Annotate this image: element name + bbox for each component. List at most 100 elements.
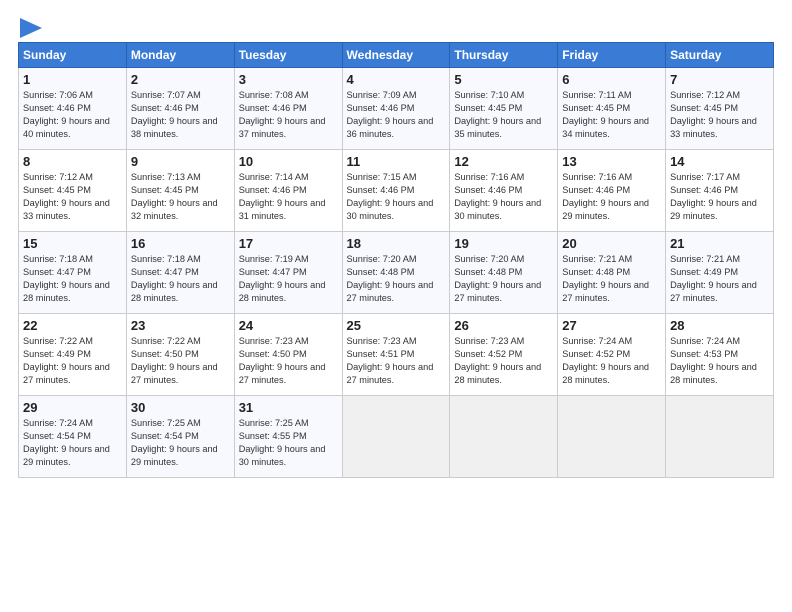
- cell-info: Sunrise: 7:18 AMSunset: 4:47 PMDaylight:…: [23, 254, 110, 303]
- cell-info: Sunrise: 7:20 AMSunset: 4:48 PMDaylight:…: [347, 254, 434, 303]
- day-number: 18: [347, 236, 446, 251]
- calendar-cell: 6 Sunrise: 7:11 AMSunset: 4:45 PMDaylight…: [558, 68, 666, 150]
- cell-info: Sunrise: 7:21 AMSunset: 4:48 PMDaylight:…: [562, 254, 649, 303]
- cell-info: Sunrise: 7:18 AMSunset: 4:47 PMDaylight:…: [131, 254, 218, 303]
- day-number: 10: [239, 154, 338, 169]
- cell-info: Sunrise: 7:22 AMSunset: 4:49 PMDaylight:…: [23, 336, 110, 385]
- cell-info: Sunrise: 7:24 AMSunset: 4:52 PMDaylight:…: [562, 336, 649, 385]
- day-header-sunday: Sunday: [19, 43, 127, 68]
- calendar-table: SundayMondayTuesdayWednesdayThursdayFrid…: [18, 42, 774, 478]
- calendar-cell: 31Sunrise: 7:25 AMSunset: 4:55 PMDayligh…: [234, 396, 342, 478]
- cell-info: Sunrise: 7:11 AMSunset: 4:45 PMDaylight:…: [562, 90, 649, 139]
- calendar-cell: 14 Sunrise: 7:17 AMSunset: 4:46 PMDayligh…: [666, 150, 774, 232]
- calendar-cell: 2 Sunrise: 7:07 AMSunset: 4:46 PMDaylight…: [126, 68, 234, 150]
- day-header-thursday: Thursday: [450, 43, 558, 68]
- calendar-cell: 23 Sunrise: 7:22 AMSunset: 4:50 PMDayligh…: [126, 314, 234, 396]
- day-number: 26: [454, 318, 553, 333]
- day-number: 3: [239, 72, 338, 87]
- calendar-cell: 1 Sunrise: 7:06 AMSunset: 4:46 PMDaylight…: [19, 68, 127, 150]
- day-number: 1: [23, 72, 122, 87]
- day-number: 7: [670, 72, 769, 87]
- calendar-cell: 9 Sunrise: 7:13 AMSunset: 4:45 PMDaylight…: [126, 150, 234, 232]
- day-number: 5: [454, 72, 553, 87]
- calendar-cell: 22 Sunrise: 7:22 AMSunset: 4:49 PMDayligh…: [19, 314, 127, 396]
- day-number: 9: [131, 154, 230, 169]
- cell-info: Sunrise: 7:23 AMSunset: 4:52 PMDaylight:…: [454, 336, 541, 385]
- cell-info: Sunrise: 7:13 AMSunset: 4:45 PMDaylight:…: [131, 172, 218, 221]
- calendar-cell: 3 Sunrise: 7:08 AMSunset: 4:46 PMDaylight…: [234, 68, 342, 150]
- cell-info: Sunrise: 7:24 AMSunset: 4:54 PMDaylight:…: [23, 418, 110, 467]
- day-header-wednesday: Wednesday: [342, 43, 450, 68]
- calendar-cell: 10 Sunrise: 7:14 AMSunset: 4:46 PMDayligh…: [234, 150, 342, 232]
- week-row-4: 22 Sunrise: 7:22 AMSunset: 4:49 PMDayligh…: [19, 314, 774, 396]
- cell-info: Sunrise: 7:16 AMSunset: 4:46 PMDaylight:…: [454, 172, 541, 221]
- main-container: SundayMondayTuesdayWednesdayThursdayFrid…: [0, 0, 792, 488]
- calendar-cell: [342, 396, 450, 478]
- calendar-cell: 20 Sunrise: 7:21 AMSunset: 4:48 PMDayligh…: [558, 232, 666, 314]
- week-row-3: 15 Sunrise: 7:18 AMSunset: 4:47 PMDayligh…: [19, 232, 774, 314]
- cell-info: Sunrise: 7:20 AMSunset: 4:48 PMDaylight:…: [454, 254, 541, 303]
- day-number: 23: [131, 318, 230, 333]
- cell-info: Sunrise: 7:12 AMSunset: 4:45 PMDaylight:…: [23, 172, 110, 221]
- day-number: 11: [347, 154, 446, 169]
- calendar-cell: 28 Sunrise: 7:24 AMSunset: 4:53 PMDayligh…: [666, 314, 774, 396]
- cell-info: Sunrise: 7:25 AMSunset: 4:55 PMDaylight:…: [239, 418, 326, 467]
- day-number: 22: [23, 318, 122, 333]
- day-number: 28: [670, 318, 769, 333]
- cell-info: Sunrise: 7:15 AMSunset: 4:46 PMDaylight:…: [347, 172, 434, 221]
- cell-info: Sunrise: 7:08 AMSunset: 4:46 PMDaylight:…: [239, 90, 326, 139]
- calendar-cell: 12Sunrise: 7:16 AMSunset: 4:46 PMDayligh…: [450, 150, 558, 232]
- calendar-cell: [558, 396, 666, 478]
- week-row-5: 29Sunrise: 7:24 AMSunset: 4:54 PMDayligh…: [19, 396, 774, 478]
- week-row-1: 1 Sunrise: 7:06 AMSunset: 4:46 PMDaylight…: [19, 68, 774, 150]
- calendar-cell: 13Sunrise: 7:16 AMSunset: 4:46 PMDayligh…: [558, 150, 666, 232]
- cell-info: Sunrise: 7:23 AMSunset: 4:50 PMDaylight:…: [239, 336, 326, 385]
- cell-info: Sunrise: 7:10 AMSunset: 4:45 PMDaylight:…: [454, 90, 541, 139]
- day-number: 17: [239, 236, 338, 251]
- cell-info: Sunrise: 7:22 AMSunset: 4:50 PMDaylight:…: [131, 336, 218, 385]
- calendar-cell: 18 Sunrise: 7:20 AMSunset: 4:48 PMDayligh…: [342, 232, 450, 314]
- day-number: 6: [562, 72, 661, 87]
- calendar-cell: 19Sunrise: 7:20 AMSunset: 4:48 PMDayligh…: [450, 232, 558, 314]
- cell-info: Sunrise: 7:12 AMSunset: 4:45 PMDaylight:…: [670, 90, 757, 139]
- calendar-cell: 4 Sunrise: 7:09 AMSunset: 4:46 PMDaylight…: [342, 68, 450, 150]
- calendar-cell: 29Sunrise: 7:24 AMSunset: 4:54 PMDayligh…: [19, 396, 127, 478]
- calendar-cell: 17 Sunrise: 7:19 AMSunset: 4:47 PMDayligh…: [234, 232, 342, 314]
- day-number: 27: [562, 318, 661, 333]
- calendar-cell: 26 Sunrise: 7:23 AMSunset: 4:52 PMDayligh…: [450, 314, 558, 396]
- day-number: 24: [239, 318, 338, 333]
- day-number: 15: [23, 236, 122, 251]
- day-number: 2: [131, 72, 230, 87]
- week-row-2: 8 Sunrise: 7:12 AMSunset: 4:45 PMDaylight…: [19, 150, 774, 232]
- calendar-cell: 25 Sunrise: 7:23 AMSunset: 4:51 PMDayligh…: [342, 314, 450, 396]
- calendar-cell: 24 Sunrise: 7:23 AMSunset: 4:50 PMDayligh…: [234, 314, 342, 396]
- cell-info: Sunrise: 7:07 AMSunset: 4:46 PMDaylight:…: [131, 90, 218, 139]
- day-number: 16: [131, 236, 230, 251]
- day-header-monday: Monday: [126, 43, 234, 68]
- cell-info: Sunrise: 7:19 AMSunset: 4:47 PMDaylight:…: [239, 254, 326, 303]
- day-header-saturday: Saturday: [666, 43, 774, 68]
- day-number: 20: [562, 236, 661, 251]
- day-number: 4: [347, 72, 446, 87]
- day-number: 30: [131, 400, 230, 415]
- cell-info: Sunrise: 7:09 AMSunset: 4:46 PMDaylight:…: [347, 90, 434, 139]
- day-number: 21: [670, 236, 769, 251]
- header-row: [18, 18, 774, 36]
- cell-info: Sunrise: 7:24 AMSunset: 4:53 PMDaylight:…: [670, 336, 757, 385]
- calendar-cell: 5 Sunrise: 7:10 AMSunset: 4:45 PMDaylight…: [450, 68, 558, 150]
- cell-info: Sunrise: 7:17 AMSunset: 4:46 PMDaylight:…: [670, 172, 757, 221]
- calendar-cell: 11 Sunrise: 7:15 AMSunset: 4:46 PMDayligh…: [342, 150, 450, 232]
- calendar-cell: 21 Sunrise: 7:21 AMSunset: 4:49 PMDayligh…: [666, 232, 774, 314]
- day-number: 8: [23, 154, 122, 169]
- day-number: 14: [670, 154, 769, 169]
- calendar-cell: 15 Sunrise: 7:18 AMSunset: 4:47 PMDayligh…: [19, 232, 127, 314]
- day-number: 25: [347, 318, 446, 333]
- calendar-cell: 30Sunrise: 7:25 AMSunset: 4:54 PMDayligh…: [126, 396, 234, 478]
- cell-info: Sunrise: 7:21 AMSunset: 4:49 PMDaylight:…: [670, 254, 757, 303]
- logo: [18, 18, 42, 36]
- cell-info: Sunrise: 7:14 AMSunset: 4:46 PMDaylight:…: [239, 172, 326, 221]
- header-row-days: SundayMondayTuesdayWednesdayThursdayFrid…: [19, 43, 774, 68]
- cell-info: Sunrise: 7:06 AMSunset: 4:46 PMDaylight:…: [23, 90, 110, 139]
- day-number: 13: [562, 154, 661, 169]
- cell-info: Sunrise: 7:23 AMSunset: 4:51 PMDaylight:…: [347, 336, 434, 385]
